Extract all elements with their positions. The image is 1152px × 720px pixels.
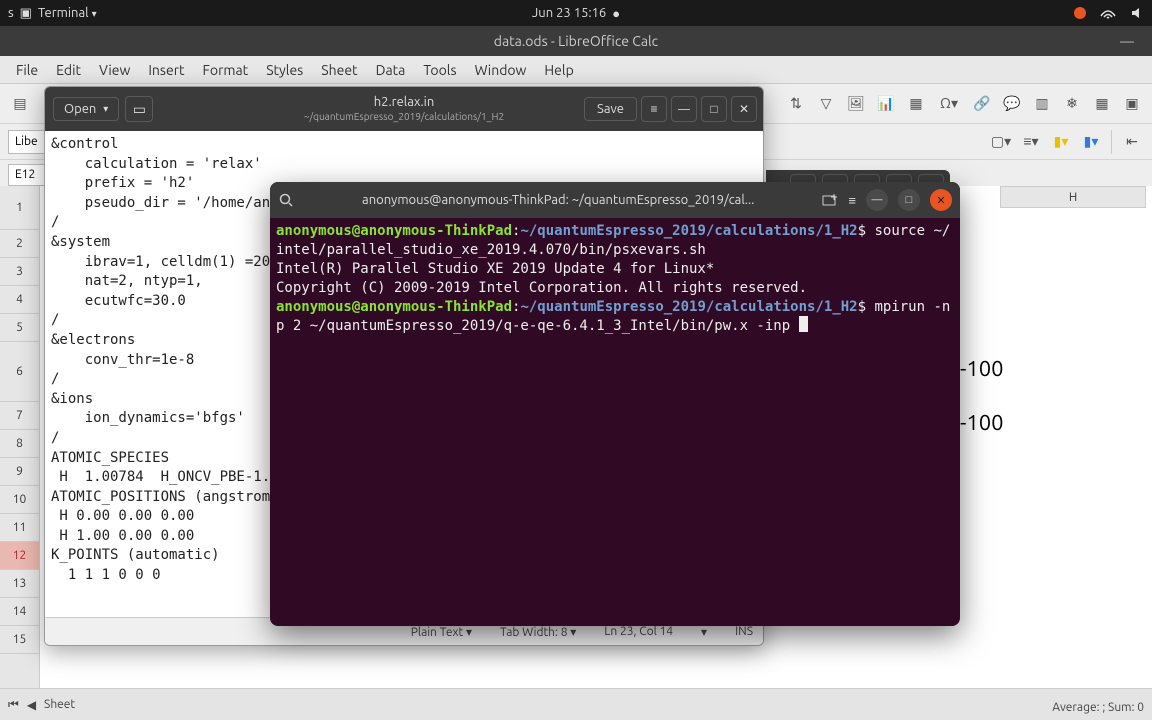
headers-icon[interactable]: ▥ [1030,92,1054,116]
terminal-close-icon[interactable]: ✕ [930,189,952,211]
gedit-headerbar: Open ▭ h2.relax.in ~/quantumEspresso_201… [45,87,763,131]
sheet-tab[interactable]: Sheet [44,698,75,711]
menu-file[interactable]: File [8,58,46,82]
row-header[interactable]: 1 [0,186,39,230]
gedit-title: h2.relax.in ~/quantumEspresso_2019/calcu… [304,95,504,123]
sort-icon[interactable]: ⇅ [784,92,808,116]
calc-statusbar: Average: ; Sum: 0 [1052,701,1144,714]
row-header[interactable]: 6 [0,342,39,402]
row-header[interactable]: 5 [0,314,39,342]
menu-window[interactable]: Window [467,58,535,82]
row-header[interactable]: 10 [0,486,39,514]
cell-value[interactable]: -100 [960,356,1004,381]
chart-icon[interactable]: 📊 [874,92,898,116]
split-icon[interactable]: ▦ [1090,92,1114,116]
border-icon[interactable]: ▢▾ [989,130,1013,154]
cell-value[interactable]: -100 [960,410,1004,435]
comment-icon[interactable]: 💬 [1000,92,1024,116]
border-style-icon[interactable]: ≡▾ [1019,130,1043,154]
panel-datetime[interactable]: Jun 23 15:16 [532,6,606,20]
notification-dot-icon: ● [612,6,620,21]
new-tab-icon[interactable] [822,193,838,207]
row-header[interactable]: 3 [0,258,39,286]
row-header[interactable]: 7 [0,402,39,430]
image-icon[interactable]: 🖼 [844,92,868,116]
filter-icon[interactable]: ▽ [814,92,838,116]
row-header[interactable]: 9 [0,458,39,486]
separator [1111,130,1112,154]
row-header[interactable]: 4 [0,286,39,314]
terminal-maximize-icon[interactable]: □ [898,189,920,211]
terminal-headerbar: anonymous@anonymous-ThinkPad: ~/quantumE… [270,182,960,218]
omega-icon[interactable]: Ω▾ [934,92,964,116]
activities-corner[interactable]: s [8,6,14,20]
cursor-dropdown-icon[interactable]: ▾ [701,625,707,639]
gedit-minimize-icon[interactable]: — [671,96,697,122]
menu-data[interactable]: Data [368,58,414,82]
search-icon[interactable] [278,192,294,208]
menu-view[interactable]: View [91,58,138,82]
font-color-icon[interactable]: ▮▾ [1079,130,1103,154]
indent-dec-icon[interactable]: ⇤ [1120,130,1144,154]
menu-tools[interactable]: Tools [415,58,464,82]
gedit-maximize-icon[interactable]: □ [701,96,727,122]
sheet-nav-first-icon[interactable]: ⏮ [8,698,19,712]
cursor-icon [799,316,808,332]
hamburger-icon[interactable]: ≡ [641,96,667,122]
cursor-position: Ln 23, Col 14 [604,625,673,638]
row-headers: 1 2 3 4 5 6 7 8 9 10 11 12 13 14 15 [0,186,40,688]
calc-minimize-icon[interactable]: — [1120,33,1134,49]
menu-sheet[interactable]: Sheet [313,58,365,82]
row-header[interactable]: 2 [0,230,39,258]
menu-edit[interactable]: Edit [48,58,89,82]
calc-title-text: data.ods - LibreOffice Calc [494,33,658,49]
gedit-filename: h2.relax.in [304,95,504,111]
gedit-subtitle: ~/quantumEspresso_2019/calculations/1_H2 [304,111,504,123]
menu-styles[interactable]: Styles [258,58,311,82]
row-header[interactable]: 8 [0,430,39,458]
save-button[interactable]: Save [584,97,637,121]
menu-insert[interactable]: Insert [140,58,192,82]
lang-selector[interactable]: Plain Text ▾ [411,625,472,639]
terminal-menu-icon[interactable]: ≡ [848,193,856,208]
menu-help[interactable]: Help [536,58,581,82]
insert-mode[interactable]: INS [735,625,753,638]
row-header[interactable]: 11 [0,514,39,542]
terminal-minimize-icon[interactable]: — [866,189,888,211]
terminal-app-icon[interactable]: ▣ [20,6,32,21]
active-app-label[interactable]: Terminal [38,6,97,20]
terminal-output[interactable]: anonymous@anonymous-ThinkPad:~/quantumEs… [270,218,960,626]
highlight-color-icon[interactable]: ▮▾ [1049,130,1073,154]
row-header[interactable]: 13 [0,570,39,598]
calc-menubar: File Edit View Insert Format Styles Shee… [0,56,1152,84]
pivot-icon[interactable]: ▦ [904,92,928,116]
screen-record-icon[interactable] [1074,7,1086,19]
row-header[interactable]: 14 [0,598,39,626]
window-icon[interactable]: ▣ [1120,92,1144,116]
calc-titlebar: data.ods - LibreOffice Calc — [0,26,1152,56]
terminal-title: anonymous@anonymous-ThinkPad: ~/quantumE… [304,193,812,207]
hyperlink-icon[interactable]: 🔗 [970,92,994,116]
freeze-icon[interactable]: ❄ [1060,92,1084,116]
new-tab-icon[interactable]: ▭ [125,96,153,122]
sheet-tab-bar: ⏮ ◀ Sheet Average: ; Sum: 0 [0,688,1152,720]
new-doc-icon[interactable]: ▤ [8,92,32,116]
menu-format[interactable]: Format [195,58,257,82]
gnome-top-panel: s ▣ Terminal Jun 23 15:16 ● [0,0,1152,26]
network-icon[interactable] [1100,6,1116,20]
col-header-h[interactable]: H [1000,186,1146,208]
row-header-selected[interactable]: 12 [0,542,39,570]
row-header[interactable]: 15 [0,626,39,654]
sound-icon[interactable] [1130,6,1144,20]
terminal-window: anonymous@anonymous-ThinkPad: ~/quantumE… [270,182,960,626]
gedit-close-icon[interactable]: ✕ [731,96,757,122]
sheet-nav-prev-icon[interactable]: ◀ [27,698,36,712]
tab-width-selector[interactable]: Tab Width: 8 ▾ [500,625,576,639]
open-button[interactable]: Open [53,97,119,121]
